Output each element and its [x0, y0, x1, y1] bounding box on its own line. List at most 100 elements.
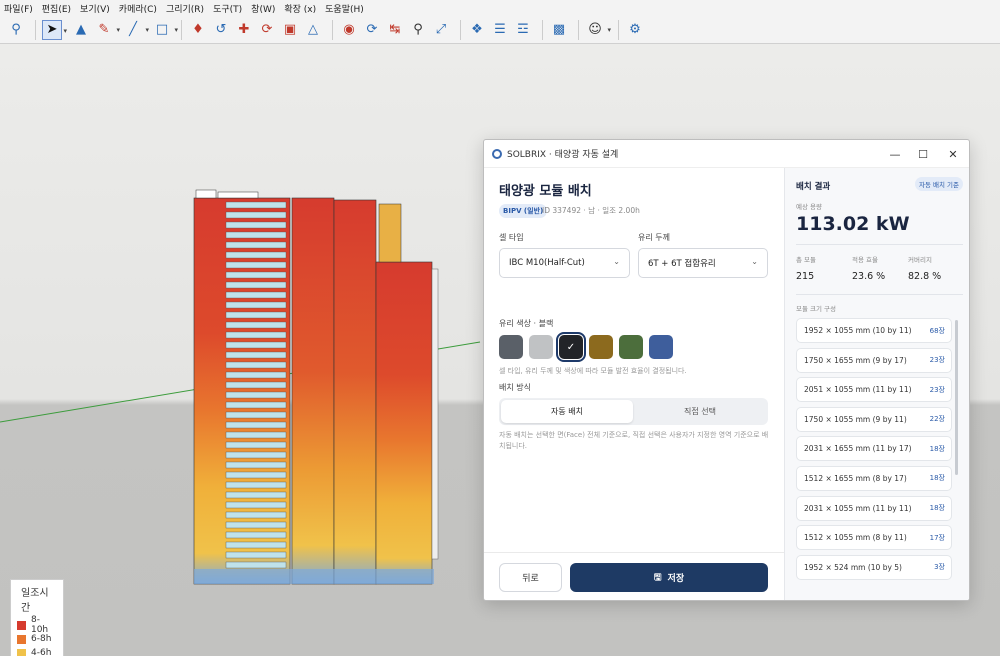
rectangle-icon[interactable]: □ ▾: [152, 20, 178, 40]
cell-type-label: 셀 타입: [499, 233, 524, 242]
legend-item: 8-10h: [17, 615, 57, 635]
menu-item[interactable]: 도구(T): [213, 2, 242, 15]
menu-item[interactable]: 편집(E): [42, 2, 71, 15]
solbrix-dialog: SOLBRIX · 태양광 자동 설계 — ☐ ✕ 태양광 모듈 배치 BIPV…: [483, 139, 970, 601]
window-strip: [225, 291, 287, 299]
window-strip: [225, 561, 287, 569]
window-strip: [225, 541, 287, 549]
layers-icon[interactable]: ☲: [513, 20, 533, 40]
module-size: 2051 × 1055 mm (11 by 11): [804, 385, 912, 395]
line-icon[interactable]: ╱ ▾: [123, 20, 149, 40]
stat-value: 23.6 %: [852, 271, 886, 282]
menu-bar: 파일(F) 편집(E) 보기(V) 카메라(C) 그리기(R) 도구(T) 창(W) 확장 (…: [0, 0, 1000, 16]
stat-caption: 적용 효율: [852, 256, 878, 264]
window-strip: [225, 461, 287, 469]
window-strip: [225, 221, 287, 229]
module-composition-caption: 모듈 크기 구성: [796, 305, 837, 313]
zoom-window-icon[interactable]: ⚲: [408, 20, 428, 40]
auto-layout-tab[interactable]: 자동 배치: [501, 400, 633, 423]
maximize-icon[interactable]: ☐: [908, 140, 938, 168]
select-icon[interactable]: ➤ ▾: [42, 19, 67, 40]
toolbar-separator: [618, 19, 619, 40]
back-button[interactable]: 뒤로: [499, 563, 562, 592]
tape-measure-icon[interactable]: ◉: [339, 20, 359, 40]
glass-thickness-select[interactable]: 6T + 6T 접합유리 ⌄: [638, 248, 768, 278]
glass-color-swatch[interactable]: [589, 335, 613, 359]
glass-color-swatch[interactable]: [619, 335, 643, 359]
menu-item[interactable]: 창(W): [251, 2, 275, 15]
rooftop-volume: [378, 203, 402, 263]
window-strip: [225, 211, 287, 219]
window-strip: [225, 391, 287, 399]
window-strip: [225, 471, 287, 479]
offset-icon[interactable]: △: [303, 20, 323, 40]
chat-icon[interactable]: ▩: [549, 20, 569, 40]
glass-color-swatch[interactable]: [649, 335, 673, 359]
menu-item[interactable]: 카메라(C): [119, 2, 157, 15]
minimize-icon[interactable]: —: [880, 140, 910, 168]
module-size-item[interactable]: 1750 × 1055 mm (9 by 11) 22장: [796, 406, 952, 432]
result-badge: 자동 배치 기준: [914, 177, 963, 191]
legend-swatch: [17, 620, 26, 630]
move-icon[interactable]: ✚: [234, 20, 254, 40]
solbrix-logo-icon: [492, 148, 502, 159]
module-size-item[interactable]: 2031 × 1655 mm (11 by 17) 18장: [796, 436, 952, 462]
save-button[interactable]: 🖫 저장: [570, 563, 768, 592]
glass-color-swatch[interactable]: ✓: [556, 332, 586, 362]
toolbar-separator: [460, 19, 461, 40]
module-size-item[interactable]: 1512 × 1055 mm (8 by 11) 17장: [796, 525, 952, 551]
settings-icon[interactable]: ⚙: [625, 20, 645, 40]
legend-label: 6-8h: [31, 634, 52, 644]
close-icon[interactable]: ✕: [938, 140, 968, 168]
user-icon[interactable]: ☺ ▾: [585, 20, 611, 40]
module-size-item[interactable]: 1750 × 1655 mm (9 by 17) 23장: [796, 347, 952, 373]
module-size: 2031 × 1655 mm (11 by 17): [804, 444, 912, 454]
module-size-item[interactable]: 1952 × 524 mm (10 by 5) 3장: [796, 554, 952, 580]
cell-type-select[interactable]: IBC M10(Half-Cut) ⌄: [499, 248, 630, 278]
menu-item[interactable]: 확장 (x): [284, 2, 316, 15]
glass-color-swatch[interactable]: [499, 335, 523, 359]
stat-caption: 커버리지: [908, 256, 932, 264]
scale-icon[interactable]: ▣: [280, 20, 300, 40]
facade-middle: [291, 197, 335, 585]
layout-method-label: 배치 방식: [499, 383, 531, 392]
zoom-icon[interactable]: ⚲: [6, 20, 26, 40]
menu-item[interactable]: 도움말(H): [325, 2, 364, 15]
menu-item[interactable]: 보기(V): [80, 2, 110, 15]
glass-thickness-value: 6T + 6T 접합유리: [648, 259, 716, 269]
orbit-icon[interactable]: ⟳: [362, 20, 382, 40]
push-pull-icon[interactable]: ↺: [211, 20, 231, 40]
result-panel: 배치 결과 자동 배치 기준 예상 용량 113.02 kW 총 모듈 215 …: [784, 168, 969, 600]
rotate-icon[interactable]: ⟳: [257, 20, 277, 40]
module-size: 1750 × 1655 mm (9 by 17): [804, 355, 907, 365]
menu-item[interactable]: 파일(F): [4, 2, 33, 15]
module-size-item[interactable]: 2031 × 1055 mm (11 by 11) 18장: [796, 495, 952, 521]
module-count: 18장: [929, 504, 945, 513]
result-title: 배치 결과: [796, 182, 831, 192]
module-count: 18장: [929, 444, 945, 453]
manual-layout-tab[interactable]: 직접 선택: [634, 400, 766, 423]
side-wall: [431, 268, 439, 560]
component-icon[interactable]: ❖: [467, 20, 487, 40]
eraser-icon[interactable]: ▲: [71, 20, 91, 40]
pencil-icon[interactable]: ✎ ▾: [94, 20, 120, 40]
pan-icon[interactable]: ↹: [385, 20, 405, 40]
window-strip: [225, 301, 287, 309]
window-strip: [225, 481, 287, 489]
module-size-item[interactable]: 1952 × 1055 mm (10 by 11) 68장: [796, 318, 952, 343]
warehouse-icon[interactable]: ☰: [490, 20, 510, 40]
facade-right-low: [375, 261, 433, 585]
module-list-scrollbar[interactable]: [955, 320, 958, 475]
module-size-item[interactable]: 2051 × 1055 mm (11 by 11) 23장: [796, 377, 952, 403]
legend-item: 4-6h: [17, 646, 57, 656]
menu-item[interactable]: 그리기(R): [166, 2, 204, 15]
module-size-item[interactable]: 1512 × 1655 mm (8 by 17) 18장: [796, 465, 952, 491]
glass-color-swatch[interactable]: [529, 335, 553, 359]
window-strip: [225, 511, 287, 519]
stat-coverage: 커버리지 82.8 %: [908, 254, 941, 282]
window-strip: [225, 381, 287, 389]
zoom-extents-icon[interactable]: ⤢: [431, 20, 451, 40]
window-strip: [225, 251, 287, 259]
facade-right-tall: [333, 199, 377, 585]
paint-bucket-icon[interactable]: ♦: [188, 20, 208, 40]
